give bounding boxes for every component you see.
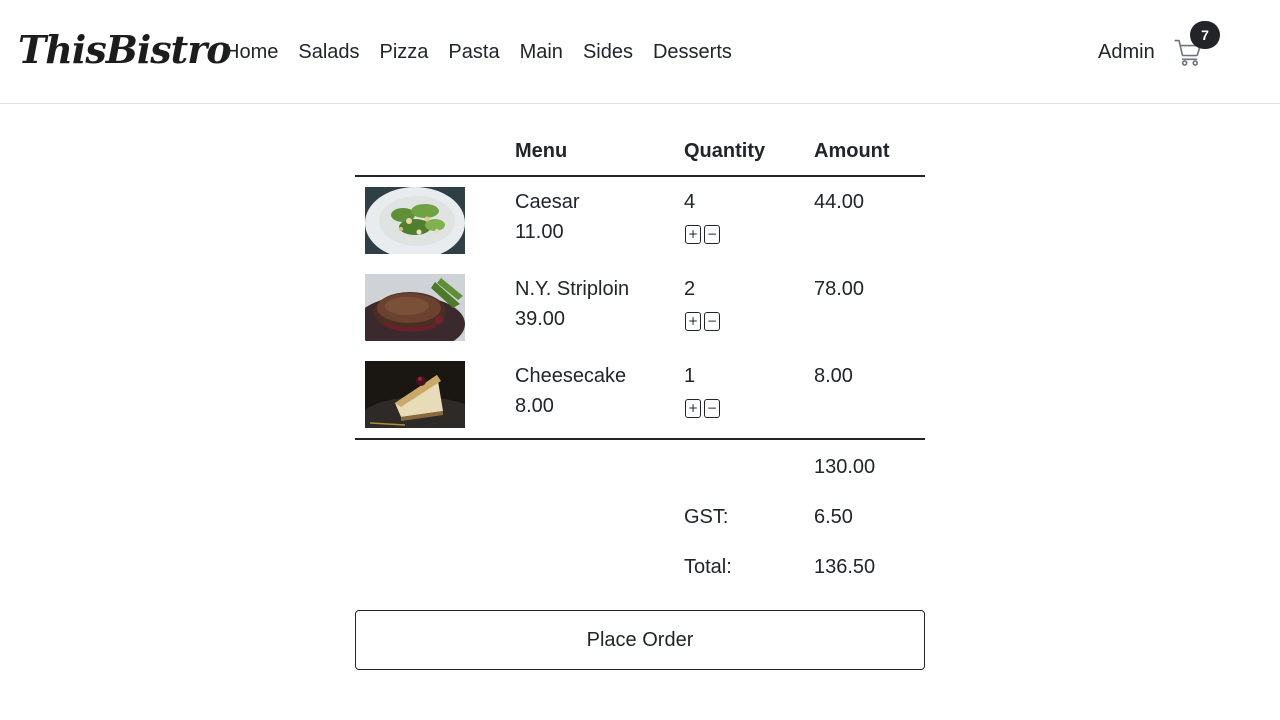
cart-table: Menu Quantity Amount Caesar 11.00 4 + − …	[355, 128, 925, 588]
header-menu: Menu	[515, 140, 568, 162]
item-name: N.Y. Striploin	[515, 278, 630, 300]
item-quantity: 2	[684, 278, 696, 300]
item-price: 39.00	[515, 308, 566, 330]
nav-link-salads[interactable]: Salads	[298, 38, 359, 66]
table-row: N.Y. Striploin 39.00 2 + − 78.00	[355, 264, 925, 351]
item-price: 11.00	[515, 221, 564, 243]
brand-logo[interactable]: ThisBistro	[18, 24, 232, 76]
nav-link-pizza[interactable]: Pizza	[380, 38, 429, 66]
table-row: Caesar 11.00 4 + − 44.00	[355, 177, 925, 264]
caesar-salad-photo	[365, 187, 465, 254]
quantity-controls: + −	[685, 312, 720, 331]
table-row: Cheesecake 8.00 1 + − 8.00	[355, 351, 925, 438]
item-amount: 8.00	[814, 365, 853, 387]
total-value: 136.50	[814, 556, 876, 578]
nav-link-desserts[interactable]: Desserts	[653, 38, 732, 66]
item-price: 8.00	[515, 395, 554, 417]
table-header: Menu Quantity Amount	[355, 128, 925, 177]
header-quantity: Quantity	[684, 140, 766, 162]
item-quantity: 1	[684, 365, 696, 387]
steak-photo	[365, 274, 465, 341]
cheesecake-photo	[365, 361, 465, 428]
gst-label: GST:	[684, 506, 729, 528]
gst-value: 6.50	[814, 506, 853, 528]
nav-link-pasta[interactable]: Pasta	[448, 38, 499, 66]
nav-link-home[interactable]: Home	[225, 38, 278, 66]
order-summary: 130.00 GST: 6.50 Total: 136.50	[355, 438, 925, 588]
item-name: Caesar	[515, 191, 580, 213]
item-name: Cheesecake	[515, 365, 627, 387]
decrement-button[interactable]: −	[704, 312, 720, 331]
admin-link[interactable]: Admin	[1098, 38, 1155, 66]
quantity-controls: + −	[685, 225, 720, 244]
nav-links: Home Salads Pizza Pasta Main Sides Desse…	[225, 38, 732, 66]
navbar: ThisBistro Home Salads Pizza Pasta Main …	[0, 0, 1280, 104]
decrement-button[interactable]: −	[704, 225, 720, 244]
increment-button[interactable]: +	[685, 225, 701, 244]
nav-link-main[interactable]: Main	[520, 38, 563, 66]
subtotal-value: 130.00	[814, 456, 876, 478]
increment-button[interactable]: +	[685, 399, 701, 418]
item-amount: 78.00	[814, 278, 865, 300]
place-order-button[interactable]: Place Order	[355, 610, 925, 670]
item-quantity: 4	[684, 191, 696, 213]
nav-link-sides[interactable]: Sides	[583, 38, 633, 66]
quantity-controls: + −	[685, 399, 720, 418]
total-label: Total:	[684, 556, 732, 578]
header-amount: Amount	[814, 140, 890, 162]
increment-button[interactable]: +	[685, 312, 701, 331]
decrement-button[interactable]: −	[704, 399, 720, 418]
cart-count-badge: 7	[1190, 21, 1220, 49]
item-amount: 44.00	[814, 191, 865, 213]
